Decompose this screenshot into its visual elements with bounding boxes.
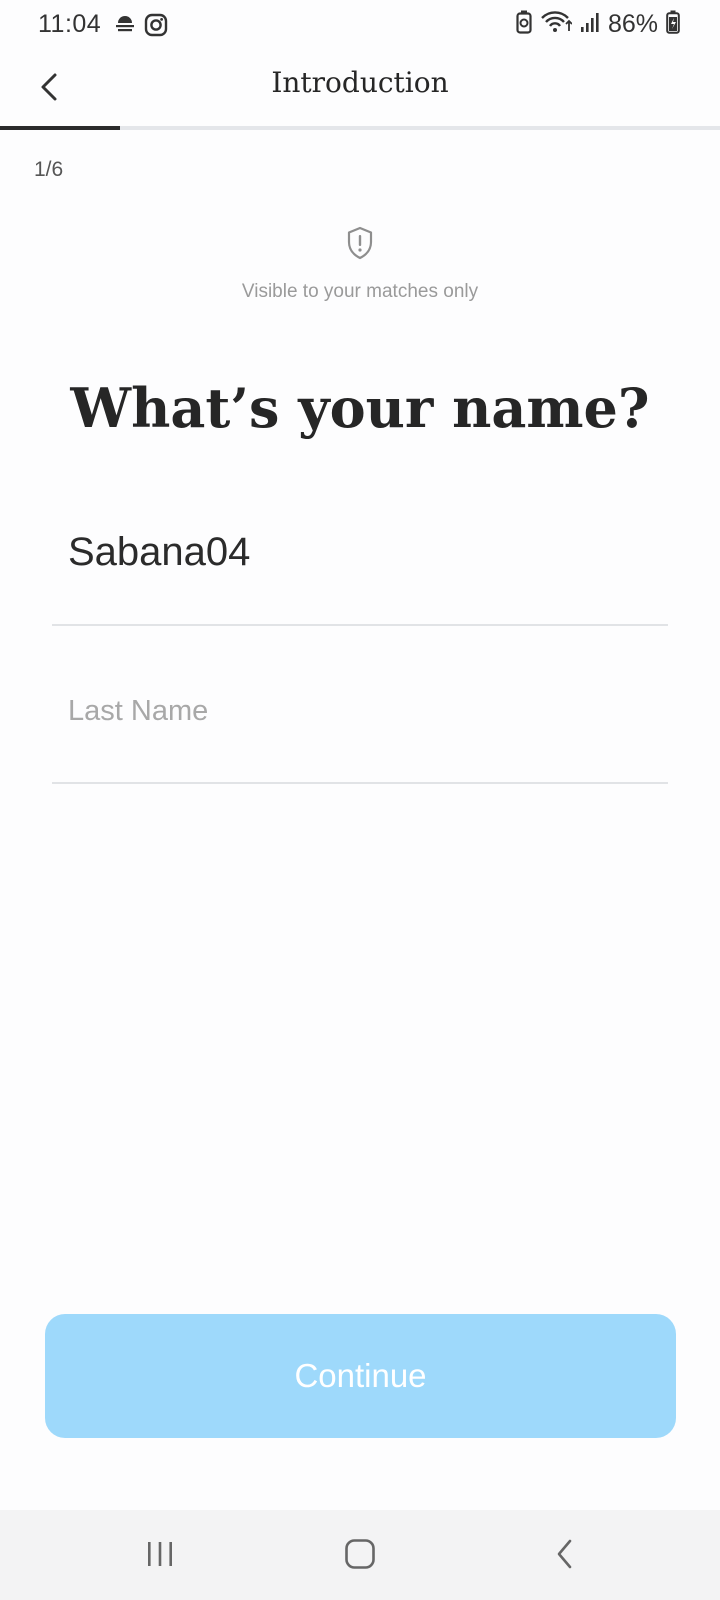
step-counter: 1/6 xyxy=(34,158,64,181)
status-time: 11:04 xyxy=(38,10,102,38)
status-left-icons xyxy=(114,13,168,42)
home-button[interactable] xyxy=(330,1534,390,1578)
first-name-input[interactable] xyxy=(52,516,668,588)
privacy-notice: Visible to your matches only xyxy=(0,226,720,303)
app-bar: Introduction xyxy=(0,52,720,126)
signal-icon xyxy=(580,11,600,38)
page-title: Introduction xyxy=(271,66,449,99)
status-right-icons: 86% xyxy=(516,10,680,39)
battery-saver-icon xyxy=(516,10,532,39)
weather-icon xyxy=(114,13,136,42)
back-icon xyxy=(554,1538,576,1575)
battery-percent: 86% xyxy=(607,10,658,38)
first-name-field xyxy=(52,516,668,626)
privacy-text: Visible to your matches only xyxy=(241,281,479,302)
progress-bar xyxy=(0,126,720,130)
home-icon xyxy=(344,1538,376,1575)
question-heading: What’s your name? xyxy=(70,376,650,440)
recents-icon xyxy=(145,1540,175,1573)
progress-bar-fill xyxy=(0,126,121,130)
system-nav-bar xyxy=(0,1510,720,1600)
instagram-icon xyxy=(144,13,168,42)
last-name-input[interactable] xyxy=(52,680,668,742)
status-bar: 11:04 86% xyxy=(0,0,720,52)
wifi-icon xyxy=(540,10,573,39)
recents-button[interactable] xyxy=(130,1534,190,1578)
battery-icon xyxy=(666,10,680,39)
continue-button[interactable]: Continue xyxy=(45,1314,676,1438)
nav-back-button[interactable] xyxy=(535,1534,595,1578)
shield-alert-icon xyxy=(346,226,374,264)
last-name-field xyxy=(52,680,668,784)
